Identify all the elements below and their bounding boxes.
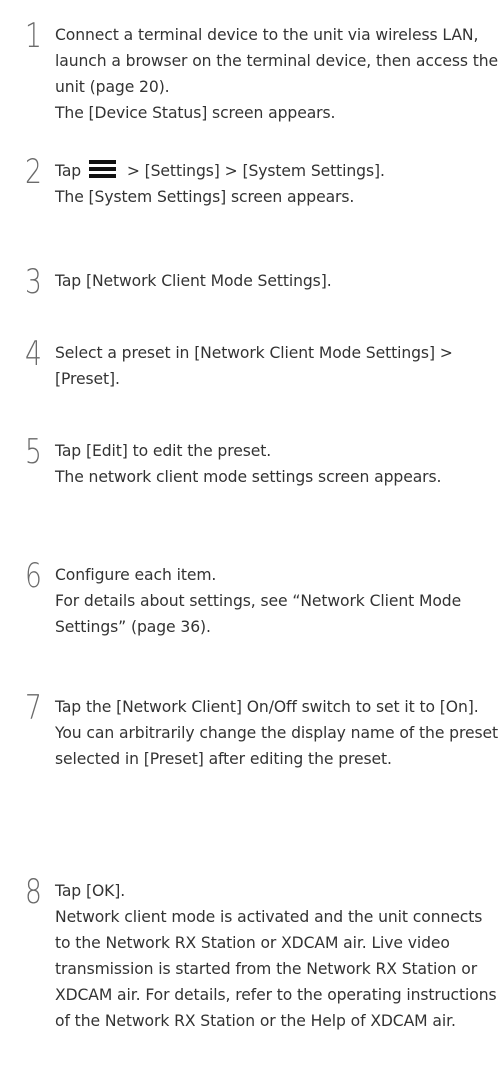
step-result: The [System Settings] screen appears. — [55, 188, 355, 206]
step-instruction: Configure each item. — [55, 566, 217, 584]
step-text: Connect a terminal device to the unit vi… — [55, 22, 500, 126]
step-tap-prefix: Tap — [55, 162, 82, 180]
step-instruction: Tap [Edit] to edit the preset. — [55, 442, 272, 460]
step-instruction: Connect a terminal device to the unit vi… — [55, 26, 499, 96]
step-text: Tap the [Network Client] On/Off switch t… — [55, 694, 500, 772]
step-text: Tap [OK]. Network client mode is activat… — [55, 878, 500, 1034]
step-result: For details about settings, see “Network… — [55, 592, 462, 636]
step-text: Select a preset in [Network Client Mode … — [55, 340, 500, 392]
step-number: 5 — [25, 432, 42, 472]
menu-icon — [88, 160, 116, 178]
step-number: 3 — [25, 262, 42, 302]
step-instruction: Tap [OK]. — [55, 882, 126, 900]
step-number: 8 — [25, 872, 42, 912]
step-result: Network client mode is activated and the… — [55, 908, 497, 1030]
step-instruction: Tap > [Settings] > [System Settings]. — [55, 158, 500, 184]
step-instruction: Select a preset in [Network Client Mode … — [55, 344, 453, 388]
step-number: 6 — [25, 556, 42, 596]
step-result: You can arbitrarily change the display n… — [55, 724, 498, 768]
step-instruction: Tap the [Network Client] On/Off switch t… — [55, 698, 479, 716]
step-text: Tap [Network Client Mode Settings]. — [55, 268, 500, 294]
step-number: 2 — [25, 152, 42, 192]
step-text: Tap > [Settings] > [System Settings]. Th… — [55, 158, 500, 210]
step-text: Configure each item. For details about s… — [55, 562, 500, 640]
step-text: Tap [Edit] to edit the preset. The netwo… — [55, 438, 500, 490]
step-number: 4 — [25, 334, 42, 374]
step-result: The network client mode settings screen … — [55, 468, 442, 486]
step-number: 1 — [25, 16, 42, 56]
step-number: 7 — [25, 688, 42, 728]
step-instruction: Tap [Network Client Mode Settings]. — [55, 272, 332, 290]
step-tap-rest: > [Settings] > [System Settings]. — [126, 162, 385, 180]
step-result: The [Device Status] screen appears. — [55, 104, 336, 122]
